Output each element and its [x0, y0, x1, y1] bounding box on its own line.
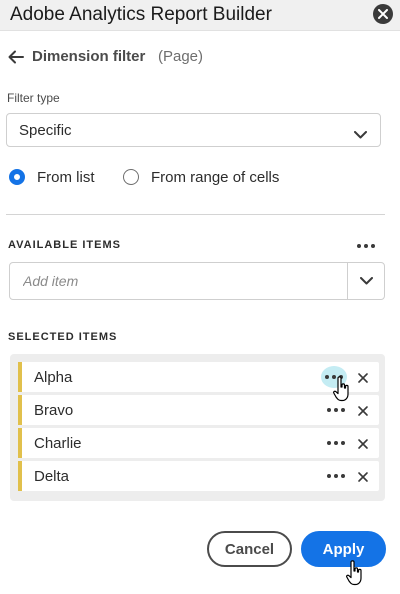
divider [6, 214, 385, 215]
item-marker [18, 461, 22, 491]
cancel-button[interactable]: Cancel [207, 531, 292, 567]
close-icon[interactable] [373, 4, 393, 24]
filter-type-value: Specific [19, 122, 72, 139]
selected-item-alpha[interactable]: Alpha [18, 362, 379, 392]
selected-item-bravo[interactable]: Bravo [18, 395, 379, 425]
title-bar: Adobe Analytics Report Builder [0, 0, 400, 31]
item-marker [18, 428, 22, 458]
available-items-heading: AVAILABLE ITEMS [8, 239, 121, 251]
selected-item-label: Charlie [34, 435, 82, 452]
add-item-dropdown-button[interactable] [347, 263, 385, 299]
more-options-icon[interactable] [325, 437, 347, 449]
selected-items-list: Alpha Bravo Charlie Delta [10, 354, 385, 501]
more-options-icon[interactable] [325, 470, 347, 482]
panel-subtitle: (Page) [158, 48, 204, 65]
add-item-input[interactable] [11, 264, 346, 298]
more-options-icon[interactable] [356, 238, 376, 248]
selected-items-heading: SELECTED ITEMS [8, 331, 118, 343]
selected-item-label: Alpha [34, 369, 73, 386]
selected-item-label: Delta [34, 468, 70, 485]
radio-from-range-label: From range of cells [151, 169, 280, 186]
back-arrow-icon[interactable] [8, 50, 24, 69]
add-item-combobox [9, 262, 385, 300]
item-marker [18, 395, 22, 425]
app-title: Adobe Analytics Report Builder [10, 4, 272, 25]
hand-pointer-cursor-icon [333, 376, 351, 407]
radio-from-range[interactable]: From range of cells [123, 168, 303, 188]
radio-selected-icon [9, 169, 25, 185]
remove-icon[interactable] [357, 371, 369, 383]
apply-button[interactable]: Apply [301, 531, 386, 567]
radio-unselected-icon [123, 169, 139, 185]
selected-item-charlie[interactable]: Charlie [18, 428, 379, 458]
radio-from-list-label: From list [37, 169, 95, 186]
filter-type-dropdown[interactable]: Specific [6, 113, 381, 147]
remove-icon[interactable] [357, 437, 369, 449]
selected-item-delta[interactable]: Delta [18, 461, 379, 491]
selected-item-label: Bravo [34, 402, 74, 419]
hand-pointer-cursor-icon [346, 560, 364, 591]
remove-icon[interactable] [357, 470, 369, 482]
filter-type-label: Filter type [7, 91, 60, 105]
panel-title: Dimension filter [32, 48, 146, 65]
chevron-down-icon [354, 126, 367, 144]
item-marker [18, 362, 22, 392]
remove-icon[interactable] [357, 404, 369, 416]
radio-from-list[interactable]: From list [9, 168, 119, 188]
